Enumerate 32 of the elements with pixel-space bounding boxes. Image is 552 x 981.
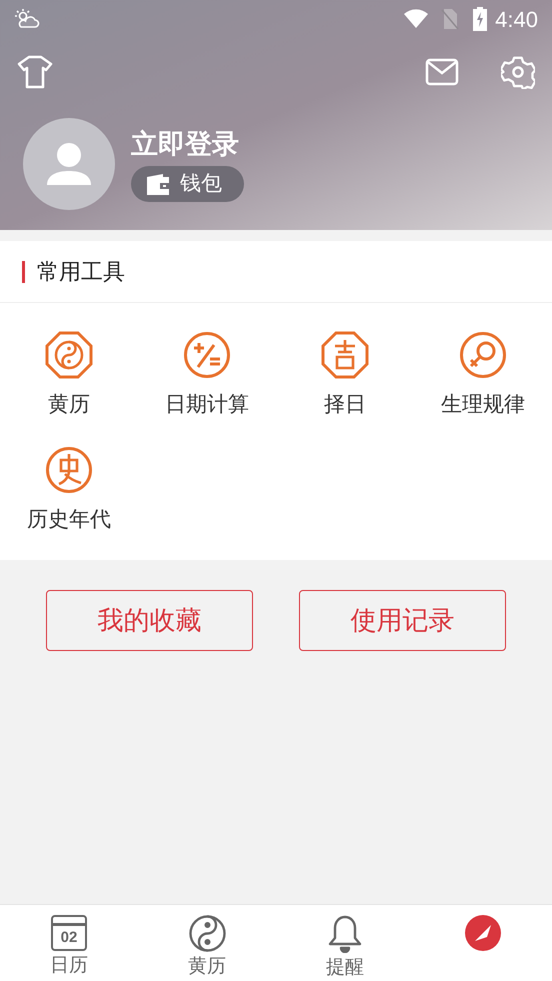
calendar-date-text: 02 <box>60 928 78 948</box>
auspicious-seal-icon[interactable] <box>321 331 369 379</box>
action-button[interactable]: 我的收藏 <box>46 590 253 651</box>
tool-label[interactable]: 日期计算 <box>165 391 249 419</box>
status-time: 4:40 <box>495 6 538 34</box>
female-symbol-icon[interactable] <box>459 331 507 379</box>
no-sim-icon <box>441 8 460 30</box>
mail-icon[interactable] <box>425 58 459 86</box>
history-seal-icon[interactable] <box>45 446 93 494</box>
yin-yang-icon[interactable] <box>45 331 93 379</box>
tab-label[interactable]: 提醒 <box>326 956 364 980</box>
weather-icon <box>14 8 40 30</box>
yin-yang-icon <box>188 915 226 952</box>
person-silhouette-icon <box>45 141 93 187</box>
wifi-icon <box>403 9 430 29</box>
tab-label[interactable]: 黄历 <box>188 955 226 979</box>
plus-minus-icon[interactable] <box>183 331 231 379</box>
wallet-button[interactable]: 钱包 <box>131 166 244 202</box>
bell-icon <box>328 915 362 953</box>
tab-label[interactable]: 日历 <box>50 954 88 978</box>
tool-label[interactable]: 历史年代 <box>27 506 111 534</box>
tool-label[interactable]: 生理规律 <box>441 391 525 419</box>
section-marker <box>22 260 25 282</box>
tool-label[interactable]: 黄历 <box>48 391 90 419</box>
battery-icon <box>473 7 488 31</box>
action-button[interactable]: 使用记录 <box>299 590 506 651</box>
settings-icon[interactable] <box>501 55 535 89</box>
t-shirt-icon[interactable] <box>17 55 53 89</box>
section-title: 常用工具 <box>37 258 125 286</box>
wallet-icon <box>145 173 171 195</box>
tool-label[interactable]: 择日 <box>324 391 366 419</box>
login-link[interactable]: 立即登录 <box>131 126 239 162</box>
